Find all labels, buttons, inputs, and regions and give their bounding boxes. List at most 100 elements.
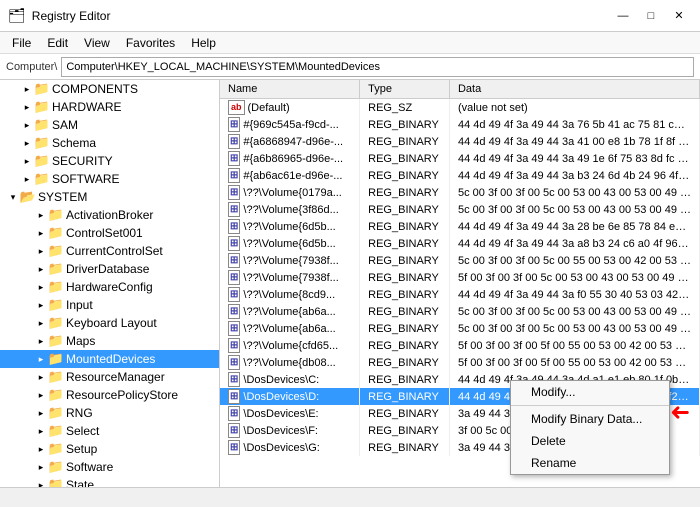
tree-item-hardware[interactable]: ▸📁HARDWARE <box>0 98 219 116</box>
cell-type-17: REG_BINARY <box>360 388 450 405</box>
context-menu: Modify... Modify Binary Data...DeleteRena… <box>510 380 670 475</box>
tree-arrow-hardwareconfig[interactable]: ▸ <box>34 282 48 293</box>
tree-item-activationbroker[interactable]: ▸📁ActivationBroker <box>0 206 219 224</box>
tree-item-mounteddevices[interactable]: ▸📁MountedDevices <box>0 350 219 368</box>
cell-name-6: ⊞ \??\Volume{3f86d... <box>220 201 360 218</box>
address-input[interactable] <box>61 57 694 77</box>
address-label: Computer\ <box>6 61 57 73</box>
tree-label-keyboardlayout: Keyboard Layout <box>66 316 157 330</box>
tree-item-software[interactable]: ▸📁SOFTWARE <box>0 170 219 188</box>
tree-item-resourcemanager[interactable]: ▸📁ResourceManager <box>0 368 219 386</box>
name-text-6: \??\Volume{3f86d... <box>243 204 338 216</box>
cell-type-20: REG_BINARY <box>360 439 450 456</box>
tree-arrow-currentcontrolset[interactable]: ▸ <box>34 246 48 257</box>
tree-item-system[interactable]: ▾📂SYSTEM <box>0 188 219 206</box>
tree-arrow-mounteddevices[interactable]: ▸ <box>34 354 48 365</box>
tree-item-driverdatabase[interactable]: ▸📁DriverDatabase <box>0 260 219 278</box>
tree-item-software2[interactable]: ▸📁Software <box>0 458 219 476</box>
menu-item-file[interactable]: File <box>4 34 39 52</box>
cell-type-16: REG_BINARY <box>360 371 450 388</box>
tree-arrow-software2[interactable]: ▸ <box>34 462 48 473</box>
cell-data-14: 5f 00 3f 00 3f 00 5f 00 55 00 53 00 42 0… <box>449 337 699 354</box>
context-menu-item-modify[interactable]: Modify... <box>511 381 669 403</box>
tree-arrow-input[interactable]: ▸ <box>34 300 48 311</box>
tree-item-controlset001[interactable]: ▸📁ControlSet001 <box>0 224 219 242</box>
tree-arrow-controlset001[interactable]: ▸ <box>34 228 48 239</box>
tree-item-security[interactable]: ▸📁SECURITY <box>0 152 219 170</box>
tree-arrow-system[interactable]: ▾ <box>6 192 20 203</box>
minimize-button[interactable]: — <box>610 6 636 26</box>
menu-item-edit[interactable]: Edit <box>39 34 76 52</box>
table-header-row: Name Type Data <box>220 80 700 99</box>
folder-icon-hardware: 📁 <box>34 99 50 115</box>
tree-arrow-resourcepolicystore[interactable]: ▸ <box>34 390 48 401</box>
tree-arrow-maps[interactable]: ▸ <box>34 336 48 347</box>
tree-item-schema[interactable]: ▸📁Schema <box>0 134 219 152</box>
folder-icon-resourcemanager: 📁 <box>48 369 64 385</box>
cell-data-4: 44 4d 49 4f 3a 49 44 3a b3 24 6d 4b 24 9… <box>449 167 699 184</box>
cell-name-4: ⊞ #{ab6ac61e-d96e-... <box>220 167 360 184</box>
cell-name-5: ⊞ \??\Volume{0179a... <box>220 184 360 201</box>
tree-arrow-driverdatabase[interactable]: ▸ <box>34 264 48 275</box>
tree-arrow-security[interactable]: ▸ <box>20 156 34 167</box>
tree-arrow-resourcemanager[interactable]: ▸ <box>34 372 48 383</box>
table-row[interactable]: ⊞ \??\Volume{3f86d...REG_BINARY5c 00 3f … <box>220 201 700 218</box>
cell-data-3: 44 4d 49 4f 3a 49 44 3a 49 1e 6f 75 83 8… <box>449 150 699 167</box>
table-row[interactable]: ⊞ \??\Volume{7938f...REG_BINARY5f 00 3f … <box>220 269 700 286</box>
tree-arrow-sam[interactable]: ▸ <box>20 120 34 131</box>
table-row[interactable]: ⊞ \??\Volume{cfd65...REG_BINARY5f 00 3f … <box>220 337 700 354</box>
menu-bar: FileEditViewFavoritesHelp <box>0 32 700 54</box>
menu-item-view[interactable]: View <box>76 34 118 52</box>
menu-item-favorites[interactable]: Favorites <box>118 34 183 52</box>
tree-item-components[interactable]: ▸📁COMPONENTS <box>0 80 219 98</box>
table-row[interactable]: ⊞ #{a6868947-d96e-...REG_BINARY44 4d 49 … <box>220 133 700 150</box>
tree-item-maps[interactable]: ▸📁Maps <box>0 332 219 350</box>
tree-item-select[interactable]: ▸📁Select <box>0 422 219 440</box>
tree-arrow-state[interactable]: ▸ <box>34 480 48 488</box>
context-menu-item-delete[interactable]: Delete <box>511 430 669 452</box>
tree-item-sam[interactable]: ▸📁SAM <box>0 116 219 134</box>
table-row[interactable]: ⊞ \??\Volume{ab6a...REG_BINARY5c 00 3f 0… <box>220 320 700 337</box>
tree-item-state[interactable]: ▸📁State <box>0 476 219 487</box>
tree-arrow-hardware[interactable]: ▸ <box>20 102 34 113</box>
context-menu-item-modify-binary[interactable]: Modify Binary Data... <box>511 408 669 430</box>
table-row[interactable]: ⊞ #{ab6ac61e-d96e-...REG_BINARY44 4d 49 … <box>220 167 700 184</box>
table-row[interactable]: ⊞ #{969c545a-f9cd-...REG_BINARY44 4d 49 … <box>220 116 700 133</box>
cell-name-7: ⊞ \??\Volume{6d5b... <box>220 218 360 235</box>
tree-item-input[interactable]: ▸📁Input <box>0 296 219 314</box>
tree-item-resourcepolicystore[interactable]: ▸📁ResourcePolicyStore <box>0 386 219 404</box>
table-row[interactable]: ⊞ \??\Volume{6d5b...REG_BINARY44 4d 49 4… <box>220 218 700 235</box>
table-row[interactable]: ⊞ \??\Volume{7938f...REG_BINARY5c 00 3f … <box>220 252 700 269</box>
menu-item-help[interactable]: Help <box>183 34 224 52</box>
tree-arrow-activationbroker[interactable]: ▸ <box>34 210 48 221</box>
context-menu-item-rename[interactable]: Rename <box>511 452 669 474</box>
tree-arrow-components[interactable]: ▸ <box>20 84 34 95</box>
table-row[interactable]: ⊞ #{a6b86965-d96e-...REG_BINARY44 4d 49 … <box>220 150 700 167</box>
tree-item-hardwareconfig[interactable]: ▸📁HardwareConfig <box>0 278 219 296</box>
tree-item-rng[interactable]: ▸📁RNG <box>0 404 219 422</box>
tree-arrow-rng[interactable]: ▸ <box>34 408 48 419</box>
tree-arrow-setup[interactable]: ▸ <box>34 444 48 455</box>
table-row[interactable]: ⊞ \??\Volume{ab6a...REG_BINARY5c 00 3f 0… <box>220 303 700 320</box>
tree-item-keyboardlayout[interactable]: ▸📁Keyboard Layout <box>0 314 219 332</box>
tree-label-select: Select <box>66 424 99 438</box>
close-button[interactable]: ✕ <box>666 6 692 26</box>
tree-item-currentcontrolset[interactable]: ▸📁CurrentControlSet <box>0 242 219 260</box>
tree-label-hardwareconfig: HardwareConfig <box>66 280 153 294</box>
tree-arrow-keyboardlayout[interactable]: ▸ <box>34 318 48 329</box>
cell-name-15: ⊞ \??\Volume{db08... <box>220 354 360 371</box>
table-row[interactable]: ab (Default)REG_SZ(value not set) <box>220 99 700 117</box>
red-arrow-indicator: ➜ <box>670 398 690 427</box>
table-row[interactable]: ⊞ \??\Volume{8cd9...REG_BINARY44 4d 49 4… <box>220 286 700 303</box>
tree-arrow-schema[interactable]: ▸ <box>20 138 34 149</box>
table-row[interactable]: ⊞ \??\Volume{0179a...REG_BINARY5c 00 3f … <box>220 184 700 201</box>
folder-icon-mounteddevices: 📁 <box>48 351 64 367</box>
table-row[interactable]: ⊞ \??\Volume{db08...REG_BINARY5f 00 3f 0… <box>220 354 700 371</box>
table-row[interactable]: ⊞ \??\Volume{6d5b...REG_BINARY44 4d 49 4… <box>220 235 700 252</box>
tree-item-setup[interactable]: ▸📁Setup <box>0 440 219 458</box>
maximize-button[interactable]: □ <box>638 6 664 26</box>
tree-arrow-select[interactable]: ▸ <box>34 426 48 437</box>
name-text-20: \DosDevices\G: <box>243 442 319 454</box>
cell-data-7: 44 4d 49 4f 3a 49 44 3a 28 be 6e 85 78 8… <box>449 218 699 235</box>
tree-arrow-software[interactable]: ▸ <box>20 174 34 185</box>
